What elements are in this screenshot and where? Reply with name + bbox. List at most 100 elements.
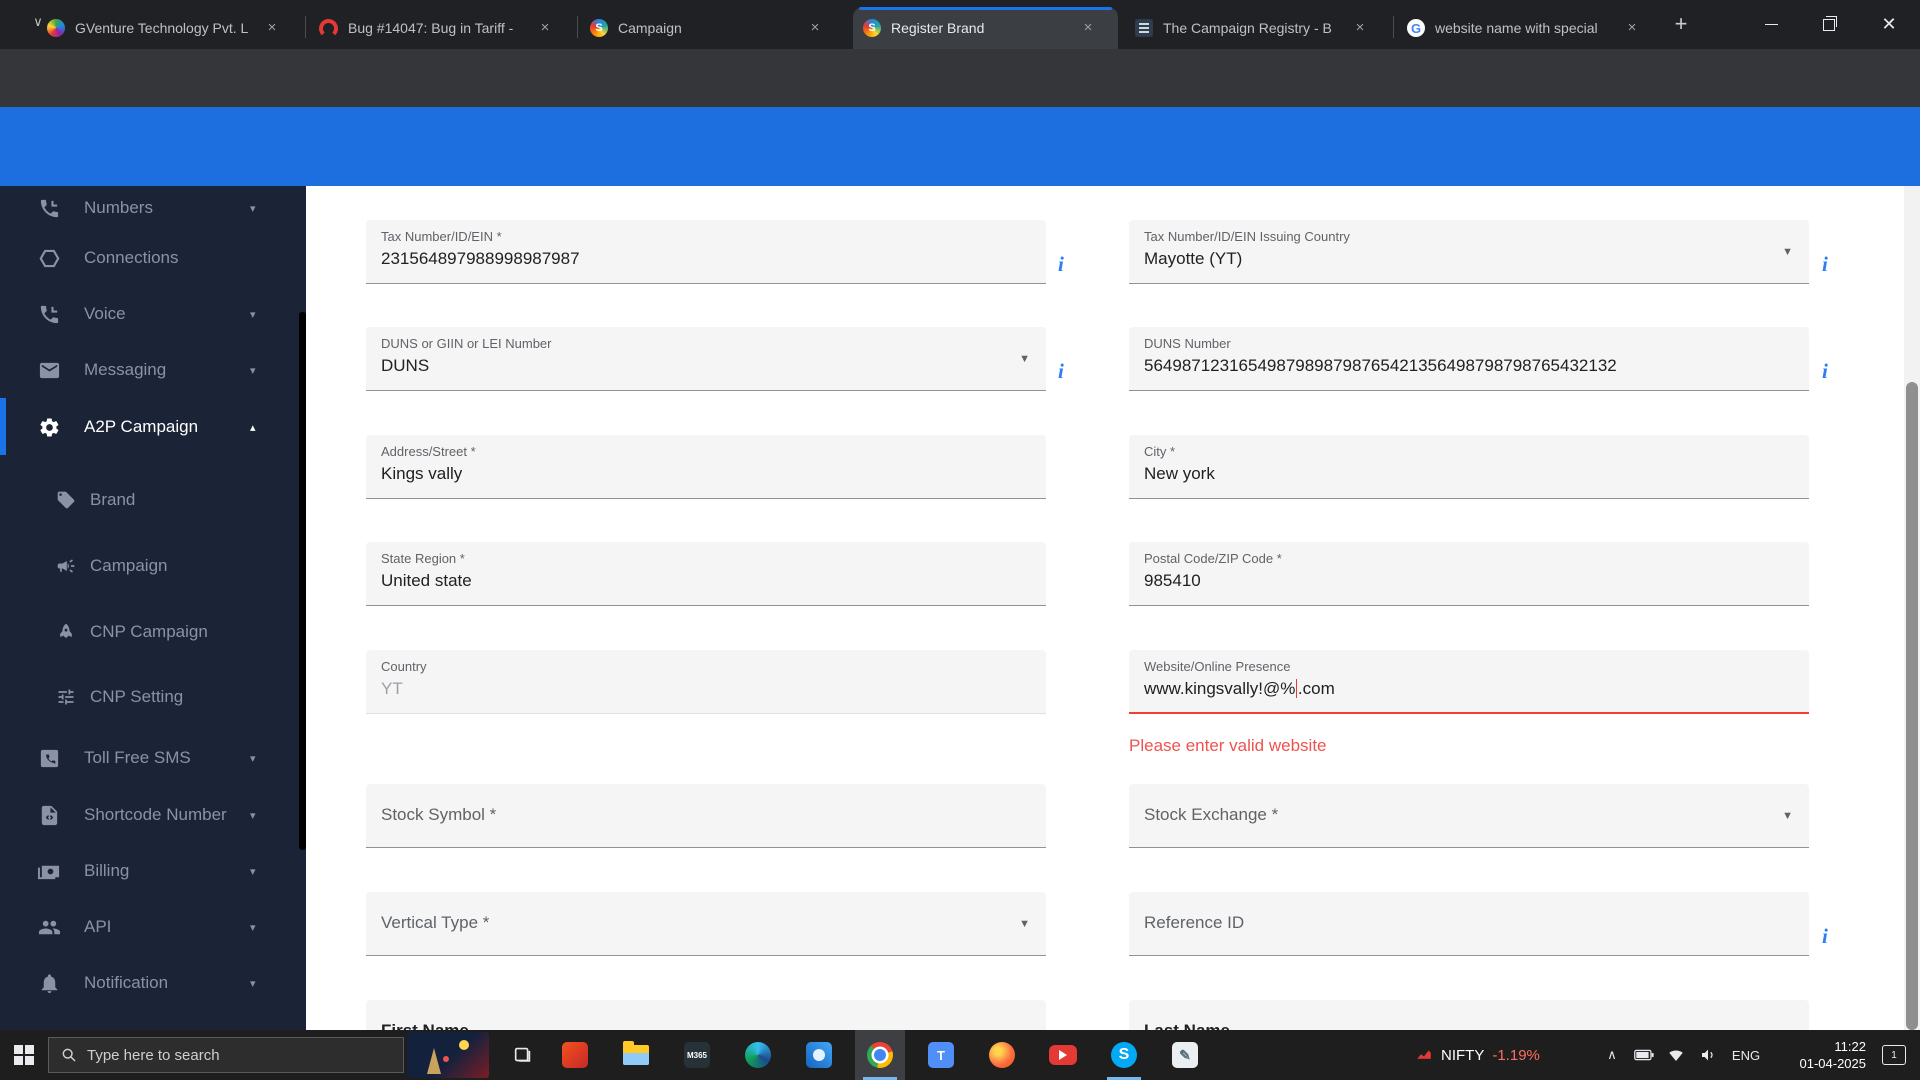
network-wifi-icon[interactable] xyxy=(1660,1030,1692,1080)
reference-id-field[interactable]: Reference ID xyxy=(1129,892,1809,956)
taskbar-app-edge[interactable] xyxy=(733,1030,783,1080)
search-icon xyxy=(62,1048,76,1062)
sidebar-item-a2p-campaign[interactable]: A2P Campaign ▴ xyxy=(0,405,306,449)
tab-close-icon[interactable]: × xyxy=(536,19,554,37)
window-restore-button[interactable] xyxy=(1800,0,1858,49)
window-close-button[interactable]: ✕ xyxy=(1860,0,1918,49)
info-icon[interactable]: i xyxy=(1822,359,1838,384)
info-icon[interactable]: i xyxy=(1822,252,1838,277)
stock-exchange-select[interactable]: Stock Exchange * ▼ xyxy=(1129,784,1809,848)
tab-gventure[interactable]: GVenture Technology Pvt. L × xyxy=(37,7,301,49)
tab-title: Register Brand xyxy=(891,20,985,36)
info-icon[interactable]: i xyxy=(1058,252,1074,277)
register-brand-form: Tax Number/ID/EIN * 23156489798899898798… xyxy=(306,186,1920,1030)
taskbar-app-m365[interactable]: M365 xyxy=(672,1030,722,1080)
first-name-field[interactable]: First Name xyxy=(366,1000,1046,1030)
sidebar-item-notification[interactable]: Notification ▾ xyxy=(0,961,306,1005)
skype-icon: S xyxy=(1111,1042,1137,1068)
taskbar-search-input[interactable]: Type here to search xyxy=(48,1037,404,1073)
language-indicator[interactable]: ENG xyxy=(1726,1030,1766,1080)
signalmash-favicon-icon: S xyxy=(863,19,881,37)
tab-title: GVenture Technology Pvt. L xyxy=(75,20,249,36)
battery-icon[interactable] xyxy=(1628,1030,1660,1080)
tab-divider xyxy=(577,16,578,38)
duns-type-select[interactable]: DUNS or GIIN or LEI Number DUNS ▼ xyxy=(366,327,1046,391)
sidebar-item-toll-free-sms[interactable]: Toll Free SMS ▾ xyxy=(0,736,306,780)
last-name-field[interactable]: Last Name xyxy=(1129,1000,1809,1030)
sidebar-item-voice[interactable]: Voice ▾ xyxy=(0,292,306,336)
tab-campaign-registry[interactable]: The Campaign Registry - B × xyxy=(1125,7,1390,49)
chevron-down-icon: ▾ xyxy=(250,752,256,765)
tab-register-brand-active[interactable]: S Register Brand × xyxy=(853,7,1118,49)
start-button[interactable] xyxy=(0,1030,48,1080)
address-street-field[interactable]: Address/Street * Kings vally xyxy=(366,435,1046,499)
postal-code-field[interactable]: Postal Code/ZIP Code * 985410 xyxy=(1129,542,1809,606)
sidebar-scrollbar[interactable] xyxy=(299,312,306,850)
tax-issuing-country-select[interactable]: Tax Number/ID/EIN Issuing Country Mayott… xyxy=(1129,220,1809,284)
page-scrollbar-thumb[interactable] xyxy=(1906,382,1918,1030)
taskbar-app-paint[interactable]: ✎ xyxy=(1160,1030,1210,1080)
widget-sparkle xyxy=(459,1040,469,1050)
website-field[interactable]: Website/Online Presence www.kingsvally!@… xyxy=(1129,650,1809,714)
sidebar-item-numbers[interactable]: Numbers ▾ xyxy=(0,186,306,230)
sidebar-item-api[interactable]: API ▾ xyxy=(0,905,306,949)
info-icon[interactable]: i xyxy=(1822,924,1838,949)
tab-google-search[interactable]: G website name with special × xyxy=(1397,7,1661,49)
tab-close-icon[interactable]: × xyxy=(1079,19,1097,37)
window-minimize-button[interactable] xyxy=(1742,0,1800,49)
sidebar-item-campaign[interactable]: Campaign xyxy=(0,544,306,588)
edge-icon xyxy=(745,1042,771,1068)
duns-number-field[interactable]: DUNS Number 5649871231654987989879876542… xyxy=(1129,327,1809,391)
tab-close-icon[interactable]: × xyxy=(1623,19,1641,37)
taskbar-app-chrome-active[interactable] xyxy=(855,1030,905,1080)
sidebar-item-cnp-campaign[interactable]: CNP Campaign xyxy=(0,610,306,654)
registry-favicon-icon xyxy=(1135,19,1153,37)
hexagon-icon xyxy=(39,249,60,267)
taskbar-app-skype-active[interactable]: S xyxy=(1099,1030,1149,1080)
tab-close-icon[interactable]: × xyxy=(806,19,824,37)
task-view-button[interactable] xyxy=(498,1030,548,1080)
taskbar-app-photos[interactable] xyxy=(794,1030,844,1080)
taskbar-app-firefox[interactable] xyxy=(977,1030,1027,1080)
info-icon[interactable]: i xyxy=(1058,359,1074,384)
notification-center-button[interactable]: 1 xyxy=(1872,1030,1916,1080)
sidebar-item-cnp-setting[interactable]: CNP Setting xyxy=(0,675,306,719)
tab-close-icon[interactable]: × xyxy=(263,19,281,37)
sidebar-item-shortcode-number[interactable]: Shortcode Number ▾ xyxy=(0,793,306,837)
sidebar-item-brand[interactable]: Brand xyxy=(0,478,306,522)
screen: ∨ GVenture Technology Pvt. L × Bug #1404… xyxy=(0,0,1920,1080)
tax-number-field[interactable]: Tax Number/ID/EIN * 23156489798899898798… xyxy=(366,220,1046,284)
tab-divider xyxy=(305,16,306,38)
tab-close-icon[interactable]: × xyxy=(1351,19,1369,37)
gear-icon xyxy=(40,417,59,437)
taskbar-app-teams[interactable]: T xyxy=(916,1030,966,1080)
state-region-field[interactable]: State Region * United state xyxy=(366,542,1046,606)
stock-symbol-field[interactable]: Stock Symbol * xyxy=(366,784,1046,848)
sidebar-item-billing[interactable]: Billing ▾ xyxy=(0,849,306,893)
sidebar-item-messaging[interactable]: Messaging ▾ xyxy=(0,348,306,392)
tab-title: website name with special xyxy=(1435,20,1598,36)
tab-bug[interactable]: Bug #14047: Bug in Tariff - × xyxy=(309,7,573,49)
tray-chevron-up-icon[interactable]: ∧ xyxy=(1596,1030,1628,1080)
taskbar-clock[interactable]: 11:22 01-04-2025 xyxy=(1770,1030,1867,1080)
new-tab-button[interactable]: + xyxy=(1666,10,1696,40)
taskbar-app-office[interactable] xyxy=(550,1030,600,1080)
city-field[interactable]: City * New york xyxy=(1129,435,1809,499)
tab-campaign[interactable]: S Campaign × xyxy=(580,7,844,49)
taskbar-app-youtube[interactable] xyxy=(1038,1030,1088,1080)
rocket-icon xyxy=(60,623,72,638)
photos-icon xyxy=(806,1042,832,1068)
news-weather-widget[interactable] xyxy=(407,1032,489,1078)
stock-ticker-widget[interactable]: NIFTY -1.19% xyxy=(1415,1030,1540,1080)
google-favicon-icon: G xyxy=(1407,19,1425,37)
chevron-down-icon: ▾ xyxy=(250,364,256,377)
taskbar-app-explorer[interactable] xyxy=(611,1030,661,1080)
phone-icon xyxy=(40,305,59,323)
vertical-type-select[interactable]: Vertical Type * ▼ xyxy=(366,892,1046,956)
stock-change: -1.19% xyxy=(1492,1046,1540,1064)
phone-icon xyxy=(40,199,59,217)
sidebar-item-connections[interactable]: Connections xyxy=(0,236,306,280)
redmine-favicon-icon xyxy=(319,18,338,38)
speaker-icon[interactable] xyxy=(1692,1030,1724,1080)
chevron-up-icon: ▴ xyxy=(250,421,256,434)
